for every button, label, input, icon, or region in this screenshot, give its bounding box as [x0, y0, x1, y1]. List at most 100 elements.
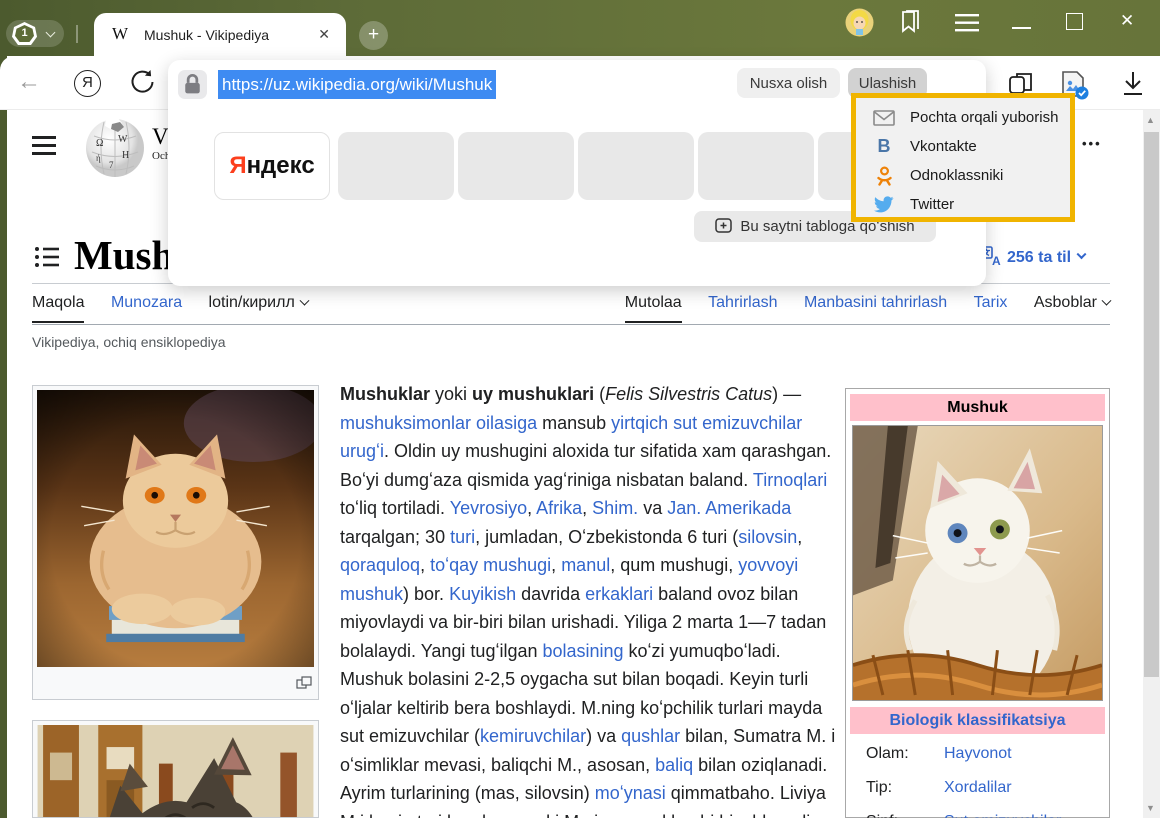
menu-item-label: Odnoklassniki	[910, 167, 1003, 184]
infobox-row: Tip: Xordalilar	[866, 779, 1096, 797]
chevron-down-icon	[1102, 296, 1112, 306]
article-link[interactable]: mushuksimonlar oilasiga	[340, 413, 537, 433]
plus-square-icon	[715, 218, 732, 233]
article-link[interactable]: baliq	[655, 755, 693, 775]
yandex-button[interactable]: R	[74, 70, 101, 97]
article-link[interactable]: qushlar	[621, 726, 680, 746]
article-text: Mushuklar	[340, 384, 430, 404]
article-link[interactable]: moʻynasi	[595, 783, 666, 803]
article-link[interactable]: Tirnoqlari	[753, 470, 827, 490]
chevron-down-icon	[1077, 249, 1087, 259]
article-link[interactable]: bolasining	[542, 641, 623, 661]
article-text: ,	[527, 498, 536, 518]
enlarge-icon[interactable]	[296, 676, 312, 694]
article-link[interactable]: Shim.	[592, 498, 638, 518]
page-scrollbar[interactable]: ▲ ▼	[1143, 110, 1160, 818]
tab-mutolaa[interactable]: Mutolaa	[625, 294, 682, 323]
infobox-row-value[interactable]: Hayvonot	[944, 745, 1012, 763]
url-input[interactable]: https://uz.wikipedia.org/wiki/Mushuk	[218, 70, 496, 99]
tab-asboblar[interactable]: Asboblar	[1034, 294, 1110, 321]
bookmarks-flag-icon[interactable]	[897, 9, 923, 35]
search-engine-tile[interactable]	[458, 132, 574, 200]
tab-manbasini-tahrirlash[interactable]: Manbasini tahrirlash	[804, 294, 947, 321]
article-text: Felis Silvestris Catus	[605, 384, 772, 404]
article-link[interactable]: Kuyikish	[449, 584, 516, 604]
menu-item-odnoklassniki[interactable]: Odnoklassniki	[856, 161, 1070, 190]
window-minimize-button[interactable]	[1012, 27, 1031, 29]
article-link[interactable]: Yevrosiyo	[450, 498, 527, 518]
article-link[interactable]: Afrika	[536, 498, 582, 518]
infobox-kitten-photo[interactable]	[852, 425, 1103, 701]
site-subtitle: Vikipediya, ochiq ensiklopediya	[32, 334, 226, 350]
wiki-tab-bar: Maqola Munozara lotin/кирилл Mutolaa Tah…	[32, 294, 1110, 325]
tab-munozara[interactable]: Munozara	[111, 294, 182, 321]
browser-tab[interactable]: W Mushuk - Vikipediya ✕	[94, 13, 346, 56]
profile-avatar[interactable]	[845, 8, 874, 37]
yandex-logo-rest: ндекс	[247, 152, 315, 179]
window-maximize-button[interactable]	[1066, 13, 1083, 30]
cat-photo	[37, 390, 314, 667]
download-icon[interactable]	[1120, 70, 1146, 98]
article-text: mansub	[537, 413, 611, 433]
article-link[interactable]: kemiruvchilar	[480, 726, 586, 746]
article-link[interactable]: erkaklari	[585, 584, 653, 604]
infobox-row-value[interactable]: Sut emizuvchilar	[944, 813, 1061, 818]
search-engine-tile[interactable]	[578, 132, 694, 200]
tab-close-icon[interactable]: ✕	[318, 26, 330, 43]
contents-list-icon[interactable]	[34, 245, 60, 269]
article-link[interactable]: Jan. Amerikada	[667, 498, 791, 518]
tab-group-control[interactable]: 1	[6, 20, 64, 47]
window-edge	[0, 56, 7, 818]
article-text: va	[638, 498, 667, 518]
menu-item-twitter[interactable]: Twitter	[856, 190, 1070, 219]
article-image-cat-on-book[interactable]	[32, 385, 319, 700]
menu-item-vkontakte[interactable]: В Vkontakte	[856, 132, 1070, 161]
language-selector[interactable]: A 256 ta til	[980, 246, 1085, 267]
scroll-down-arrow[interactable]: ▼	[1146, 803, 1155, 813]
tab-variant-selector[interactable]: lotin/кирилл	[209, 294, 308, 321]
search-engine-tile[interactable]	[698, 132, 814, 200]
scrollbar-thumb[interactable]	[1144, 132, 1159, 677]
menu-item-email[interactable]: Pochta orqali yuborish	[856, 103, 1070, 132]
window-close-button[interactable]: ✕	[1120, 11, 1134, 31]
copy-url-button[interactable]: Nusxa olish	[737, 68, 840, 98]
infobox-row-label: Olam:	[866, 745, 909, 762]
article-text: toʻliq tortiladi.	[340, 498, 450, 518]
tab-maqola[interactable]: Maqola	[32, 294, 84, 323]
article-text: tarqalgan; 30	[340, 527, 450, 547]
twitter-icon	[872, 195, 896, 215]
svg-text:7: 7	[109, 160, 114, 170]
article-link[interactable]: manul	[561, 555, 610, 575]
article-link[interactable]: toʻqay mushugi	[430, 555, 551, 575]
wiki-more-button[interactable]: •••	[1082, 136, 1102, 151]
article-image-tabby-cat[interactable]	[32, 720, 319, 818]
infobox-row-label: Sinf:	[866, 813, 898, 818]
menu-hamburger-icon[interactable]	[953, 12, 981, 34]
wikipedia-globe-logo[interactable]: Ω W H 7 ή	[82, 116, 148, 178]
tab-tarix[interactable]: Tarix	[974, 294, 1008, 321]
wiki-menu-icon[interactable]	[32, 136, 56, 160]
scroll-up-arrow[interactable]: ▲	[1146, 115, 1155, 125]
article-text: ,	[582, 498, 592, 518]
article-link[interactable]: qoraquloq	[340, 555, 420, 575]
infobox-row-value[interactable]: Xordalilar	[944, 779, 1012, 797]
search-engine-tile[interactable]	[338, 132, 454, 200]
article-text: uy mushuklari	[472, 384, 594, 404]
back-button[interactable]: ←	[17, 68, 41, 96]
new-tab-button[interactable]: +	[359, 21, 388, 50]
svg-text:Ω: Ω	[96, 138, 103, 149]
article-link[interactable]: turi	[450, 527, 475, 547]
wikipedia-favicon: W	[112, 24, 128, 44]
yandex-logo-ya: Я	[229, 152, 246, 179]
tab-tahrirlash[interactable]: Tahrirlash	[708, 294, 777, 321]
menu-item-label: Twitter	[910, 196, 954, 213]
infobox-row: Sinf: Sut emizuvchilar	[866, 813, 1096, 818]
infobox-title: Mushuk	[850, 394, 1105, 421]
site-security-button[interactable]	[178, 70, 207, 99]
refresh-icon[interactable]	[129, 69, 155, 97]
search-engine-yandex[interactable]: Яндекс	[214, 132, 330, 200]
vk-icon: В	[872, 137, 896, 157]
article-link[interactable]: silovsin	[738, 527, 797, 547]
chevron-down-icon[interactable]	[46, 28, 56, 38]
article-text: ) —	[772, 384, 801, 404]
